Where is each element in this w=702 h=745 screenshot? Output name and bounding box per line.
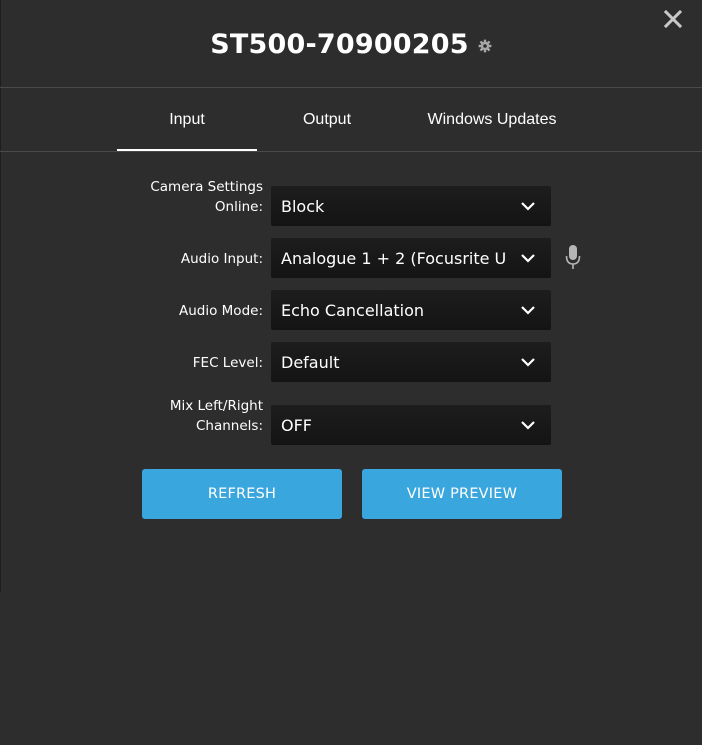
tab-input[interactable]: Input: [117, 88, 257, 151]
audio-input-value: Analogue 1 + 2 (Focusrite Usb: [281, 248, 507, 268]
audio-mode-label: Audio Mode:: [179, 303, 263, 319]
camera-settings-label: Camera Settings Online:: [150, 177, 263, 217]
device-title: ST500-70900205: [210, 28, 469, 60]
camera-settings-label-line1: Camera Settings: [150, 179, 263, 195]
fec-level-label: FEC Level:: [192, 355, 263, 371]
tab-bar: Input Output Windows Updates: [0, 88, 702, 151]
audio-mode-select[interactable]: Echo Cancellation: [271, 290, 551, 330]
microphone-icon[interactable]: [565, 245, 581, 271]
audio-input-label: Audio Input:: [180, 251, 263, 267]
chevron-down-icon: [521, 358, 535, 367]
mix-channels-value: OFF: [281, 415, 312, 435]
gear-icon[interactable]: [478, 38, 492, 53]
mix-channels-select[interactable]: OFF: [271, 405, 551, 445]
chevron-down-icon: [521, 202, 535, 211]
audio-input-select[interactable]: Analogue 1 + 2 (Focusrite Usb: [271, 238, 551, 278]
camera-settings-label-line2: Online:: [214, 199, 263, 215]
chevron-down-icon: [521, 421, 535, 430]
chevron-down-icon: [521, 254, 535, 263]
refresh-button[interactable]: REFRESH: [142, 469, 342, 519]
mix-channels-label-line2: Channels:: [195, 418, 263, 434]
chevron-down-icon: [521, 306, 535, 315]
view-preview-button[interactable]: VIEW PREVIEW: [362, 469, 562, 519]
tab-output[interactable]: Output: [257, 88, 397, 151]
tab-windows-updates[interactable]: Windows Updates: [397, 88, 587, 151]
mix-channels-label: Mix Left/Right Channels:: [170, 396, 263, 436]
tabs-divider: [0, 151, 702, 152]
camera-settings-select[interactable]: Block: [271, 186, 551, 226]
fec-level-value: Default: [281, 352, 340, 372]
camera-settings-value: Block: [281, 196, 325, 216]
audio-mode-value: Echo Cancellation: [281, 300, 425, 320]
fec-level-select[interactable]: Default: [271, 342, 551, 382]
dialog-header: ST500-70900205: [0, 0, 702, 88]
mix-channels-label-line1: Mix Left/Right: [169, 398, 263, 414]
